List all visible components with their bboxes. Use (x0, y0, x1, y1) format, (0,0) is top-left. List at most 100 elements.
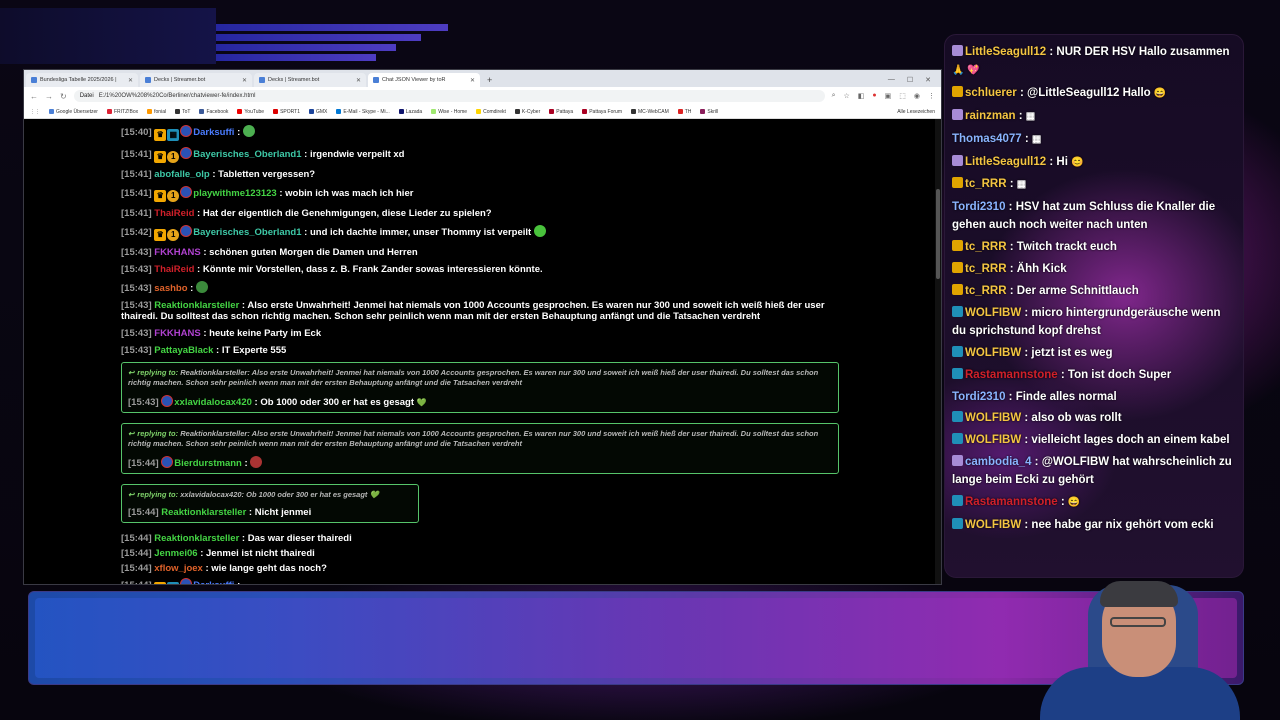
chat-username[interactable]: sashbo (154, 283, 187, 294)
timestamp: [15:43] (121, 328, 152, 339)
record-icon[interactable]: ● (872, 92, 876, 100)
bookmark-item[interactable]: ToT (175, 109, 190, 115)
overlay-text: : (1021, 132, 1029, 145)
forward-icon[interactable]: → (45, 92, 53, 101)
chat-message: [15:43] Reaktionklarsteller : Also erste… (121, 300, 836, 322)
bookmark-icon (237, 109, 243, 114)
chat-message: [15:43] ThaiReid : Könnte mir Vorstellen… (121, 264, 836, 275)
overlay-text: : jetzt ist es weg (1021, 346, 1113, 359)
chat-text: : Jenmei ist nicht thairedi (197, 548, 315, 559)
apps-icon[interactable]: ⋮⋮ (30, 109, 40, 115)
chat-message: [15:42] ♛ 1 Bayerisches_Oberland1 : und ic… (121, 225, 836, 241)
bookmark-item[interactable]: K-Cyber (514, 109, 540, 115)
chat-username[interactable]: Bayerisches_Oberland1 (193, 227, 301, 238)
tab-0[interactable]: Bundesliga Tabelle 2025/2026 | ✕ (26, 73, 138, 87)
bookmark-item[interactable]: Lazada (398, 109, 422, 115)
all-bookmarks-button[interactable]: Alle Lesezeichen (897, 109, 935, 115)
extension-icon[interactable]: ⬚ (899, 92, 906, 100)
bookmark-item[interactable]: GMX (308, 109, 327, 115)
overlay-username: schluerer (965, 86, 1017, 99)
reply-quote-text: Reaktionklarsteller: Also erste Unwahrhe… (128, 429, 819, 448)
timestamp: [15:44] (121, 563, 152, 574)
bookmark-item[interactable]: Facebook (199, 109, 228, 115)
overlay-chat-line: tc_RRR : ▦ (952, 175, 1235, 194)
avatar[interactable]: ◉ (914, 92, 920, 100)
bookmark-item[interactable]: Google Übersetzer (49, 109, 98, 115)
bookmark-item[interactable]: FRITZ!Box (106, 108, 139, 115)
chat-username[interactable]: Jenmei06 (154, 548, 197, 559)
heart-icon: 💚 (416, 398, 427, 407)
chat-username[interactable]: FKKHANS (154, 247, 200, 258)
zoom-icon[interactable]: ⌕ (832, 92, 836, 100)
chat-username[interactable]: Bayerisches_Oberland1 (193, 149, 301, 160)
stream-badge-icon (952, 345, 963, 357)
bookmark-icon (677, 109, 683, 114)
tab-favicon-icon (259, 77, 265, 83)
star-icon[interactable]: ☆ (844, 92, 850, 100)
bookmark-item[interactable]: E-Mail - Skype - Mi... (336, 109, 390, 115)
menu-icon[interactable]: ⋮ (928, 92, 935, 100)
flag-badge-icon (180, 578, 193, 584)
bookmark-item[interactable]: YouTube (237, 109, 264, 115)
timestamp: [15:44] (121, 580, 152, 584)
moderator-badge-icon (952, 177, 963, 189)
close-window-icon[interactable]: ✕ (925, 76, 931, 84)
tab-label: Chat JSON Viewer by toR (382, 77, 446, 83)
close-icon[interactable]: ✕ (356, 77, 361, 84)
chat-username[interactable]: Bierdurstmann (174, 458, 242, 469)
bookmark-icon (582, 109, 588, 114)
chat-text: : Könnte mir Vorstellen, dass z. B. Fran… (194, 264, 543, 275)
chat-username[interactable]: Darksuffi (193, 580, 234, 584)
bookmark-item[interactable]: Skrill (700, 109, 718, 115)
bookmark-item[interactable]: TH (677, 109, 691, 115)
emote-icon: 😄 (1153, 87, 1167, 99)
overlay-text: : vielleicht lages doch an einem kabel (1021, 434, 1230, 447)
reload-icon[interactable]: ↻ (60, 92, 67, 101)
tab-2[interactable]: Decks | Streamer.bot ✕ (254, 73, 366, 87)
bookmark-item[interactable]: MC-WebCAM (631, 109, 669, 115)
maximize-icon[interactable]: ☐ (907, 76, 913, 84)
bookmark-label: FRITZ!Box (113, 108, 139, 115)
chat-username[interactable]: Darksuffi (193, 127, 234, 138)
chat-username[interactable]: Reaktionklarsteller (154, 533, 239, 544)
chat-username[interactable]: xxlavidalocax420 (174, 397, 252, 408)
overlay-chat-line: schluerer : @LittleSeagull12 Hallo 😄 (952, 84, 1235, 103)
back-icon[interactable]: ← (30, 92, 38, 101)
flag-badge-icon (180, 125, 193, 137)
bookmark-item[interactable]: Wise - Home (431, 109, 467, 115)
bookmarks-bar: ⋮⋮ Google Übersetzer FRITZ!Box fonial ToT Fa… (24, 105, 941, 119)
chat-username[interactable]: Reaktionklarsteller (161, 507, 246, 518)
chat-username[interactable]: ThaiReid (154, 208, 194, 219)
close-icon[interactable]: ✕ (128, 77, 133, 84)
bookmark-item[interactable]: SPORT1 (273, 109, 300, 115)
close-icon[interactable]: ✕ (470, 77, 475, 84)
bookmark-item[interactable]: Pattaya Forum (582, 109, 622, 115)
chat-username[interactable]: playwithme123123 (193, 188, 276, 199)
bookmark-item[interactable]: fonial (147, 109, 166, 115)
bookmark-item[interactable]: Comdirekt (476, 109, 506, 115)
close-icon[interactable]: ✕ (242, 77, 247, 84)
minimize-icon[interactable]: — (888, 76, 895, 84)
bookmark-item[interactable]: Pattaya (549, 109, 573, 115)
chat-username[interactable]: xflow_joex (154, 563, 203, 574)
chat-username[interactable]: abofalle_olp (154, 169, 209, 180)
extension-icon[interactable]: ◧ (858, 92, 865, 100)
chat-username[interactable]: ThaiReid (154, 264, 194, 275)
tab-3[interactable]: Chat JSON Viewer by toR ✕ (368, 73, 480, 87)
moderator-badge-icon (952, 85, 963, 97)
chat-username[interactable]: PattayaBlack (154, 345, 213, 356)
tab-1[interactable]: Decks | Streamer.bot ✕ (140, 73, 252, 87)
chat-username[interactable]: FKKHANS (154, 328, 200, 339)
url-field[interactable]: Datei E:/1%20OW%208%20Co/Berliner/chatvi… (73, 90, 825, 102)
overlay-username: Tordi2310 (952, 201, 1006, 214)
timestamp: [15:43] (128, 397, 159, 408)
tab-favicon-icon (145, 77, 151, 83)
scrollbar-thumb[interactable] (936, 189, 940, 279)
chat-username[interactable]: Reaktionklarsteller (154, 300, 239, 311)
browser-window: Bundesliga Tabelle 2025/2026 | ✕ Decks | S… (23, 69, 942, 585)
extension-icon[interactable]: ▣ (885, 92, 892, 100)
page-scrollbar[interactable] (935, 119, 941, 584)
new-tab-button[interactable]: + (482, 75, 497, 87)
overlay-chat-line: Thomas4077 : ▦ (952, 130, 1235, 149)
overlay-username: WOLFIBW (965, 412, 1022, 425)
